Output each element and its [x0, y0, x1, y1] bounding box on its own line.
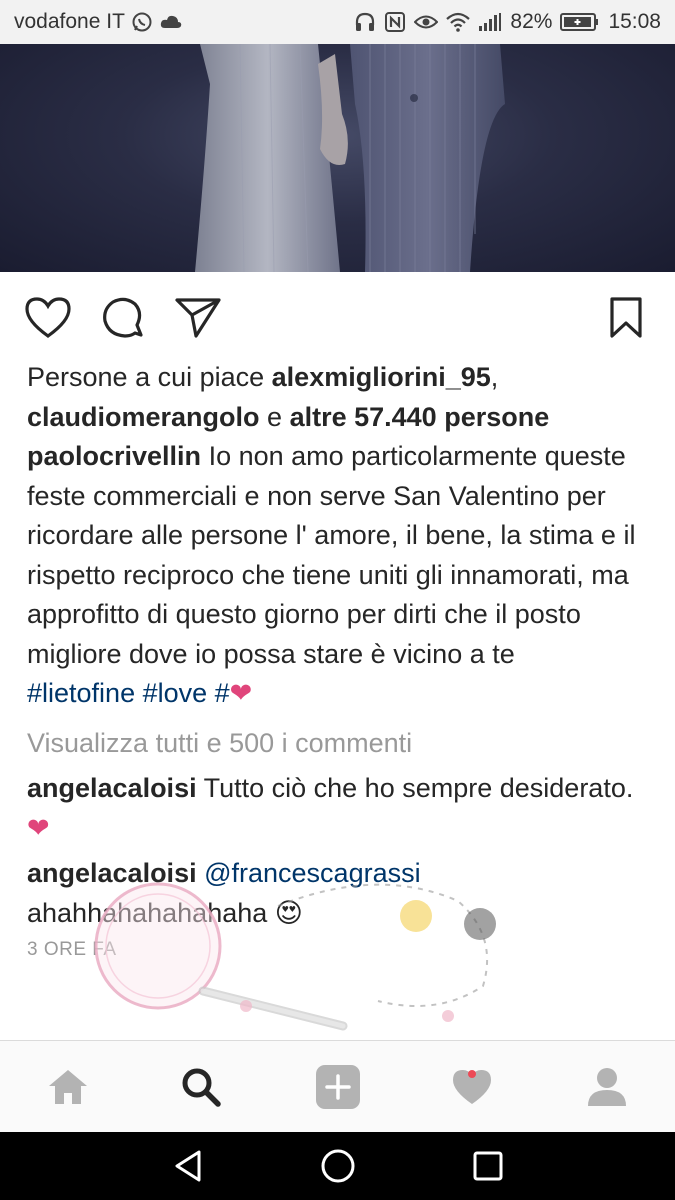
caption-username[interactable]: paolocrivellin: [27, 441, 201, 471]
battery-icon: [560, 12, 600, 32]
post-caption: paolocrivellin Io non amo particolarment…: [27, 437, 652, 674]
liker-username[interactable]: claudiomerangolo: [27, 402, 260, 432]
comment-icon[interactable]: [100, 294, 148, 342]
heart-emoji: ❤: [229, 678, 253, 708]
eye-icon: [414, 13, 439, 31]
heart-emoji: ❤: [27, 812, 50, 843]
cloud-icon: [159, 13, 183, 31]
share-icon[interactable]: [174, 294, 222, 342]
comment-text: Tutto ciò che ho sempre desiderato.: [196, 773, 634, 803]
comment-text: ahahhahahahahaha: [27, 897, 275, 928]
nfc-icon: [384, 11, 406, 33]
post-photo[interactable]: [0, 44, 675, 272]
comment-username[interactable]: angelacaloisi: [27, 858, 197, 888]
search-icon[interactable]: [173, 1061, 229, 1113]
profile-icon[interactable]: [579, 1061, 635, 1113]
recents-icon[interactable]: [466, 1146, 510, 1186]
clock: 15:08: [608, 10, 661, 33]
likes-conjunction: e: [259, 401, 290, 432]
likes-prefix: Persone a cui piace: [27, 362, 272, 392]
wifi-icon: [446, 12, 471, 32]
home-icon[interactable]: [40, 1061, 96, 1113]
view-all-comments-link[interactable]: Visualizza tutti e 500 i commenti: [27, 724, 652, 764]
comment-username[interactable]: angelacaloisi: [27, 773, 197, 803]
status-bar: vodafone IT 82% 15:08: [0, 0, 675, 44]
heart-eyes-emoji: 😍: [274, 897, 303, 928]
signal-icon: [478, 12, 502, 32]
activity-icon[interactable]: [444, 1061, 500, 1113]
add-icon[interactable]: [310, 1061, 366, 1113]
notification-dot: [468, 1070, 476, 1078]
home-circle-icon[interactable]: [316, 1146, 360, 1186]
likes-count[interactable]: altre 57.440 persone: [290, 402, 550, 432]
carrier-label: vodafone IT: [14, 10, 125, 33]
post-timestamp: 3 ORE FA: [27, 939, 117, 960]
caption-text: Io non amo particolarmente queste feste …: [27, 441, 636, 669]
comment-mention[interactable]: @francescagrassi: [204, 858, 421, 888]
post-details: Persone a cui piace alexmigliorini_95, c…: [27, 358, 652, 965]
whatsapp-icon: [131, 11, 153, 33]
headphones-icon: [354, 11, 376, 33]
likes-summary[interactable]: Persone a cui piace alexmigliorini_95, c…: [27, 358, 652, 437]
bottom-nav: [0, 1040, 675, 1132]
likes-separator: ,: [490, 362, 499, 392]
bookmark-icon[interactable]: [602, 294, 650, 342]
post-actions: [0, 290, 675, 346]
comment: angelacaloisi Tutto ciò che ho sempre de…: [27, 769, 652, 848]
back-icon[interactable]: [166, 1146, 210, 1186]
caption-hashtags[interactable]: #lietofine #love #❤: [27, 674, 652, 714]
battery-percent: 82%: [510, 10, 553, 33]
comment: angelacaloisi @francescagrassi ahahhahah…: [27, 854, 652, 933]
liker-username[interactable]: alexmigliorini_95: [272, 362, 491, 392]
system-nav-bar: [0, 1132, 675, 1200]
hashtag-links[interactable]: #lietofine #love #: [27, 678, 230, 708]
heart-icon[interactable]: [24, 294, 72, 342]
